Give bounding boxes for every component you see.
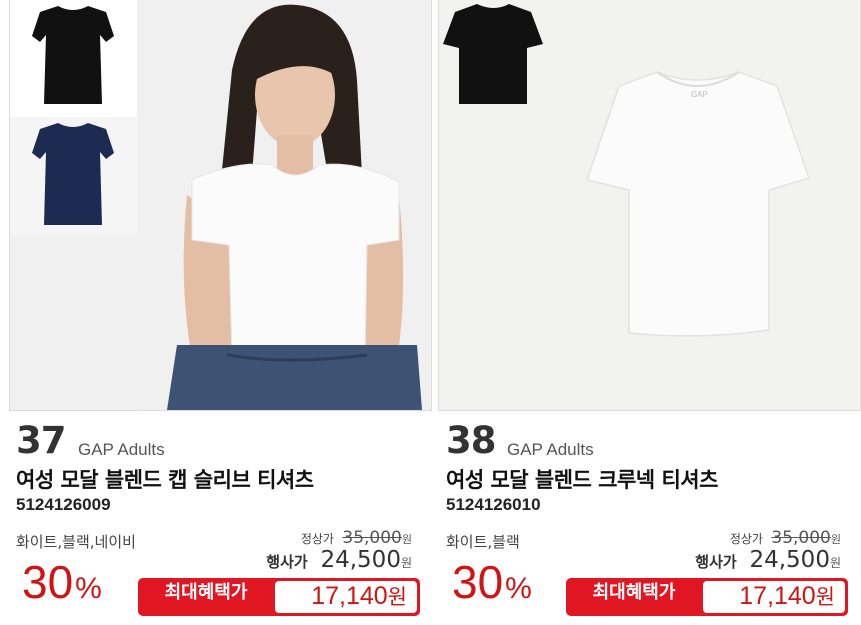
regular-price-unit: 원 — [401, 533, 412, 546]
thumbnail-black[interactable] — [10, 0, 137, 117]
product-image-area[interactable] — [9, 0, 432, 411]
max-benefit-price: 최대혜택가 17,140원 — [138, 578, 420, 616]
regular-price-unit: 원 — [830, 533, 841, 546]
product-code: 5124126009 — [16, 495, 111, 514]
discount-value: 30 — [22, 556, 74, 608]
product-name[interactable]: 여성 모달 블렌드 크루넥 티셔츠 — [446, 464, 718, 494]
sale-price-label: 행사가 — [266, 553, 308, 571]
max-benefit-price: 최대혜택가 17,140원 — [566, 578, 848, 616]
product-code: 5124126010 — [446, 495, 541, 514]
regular-price-label: 정상가 — [300, 532, 334, 546]
thumbnail-black[interactable] — [439, 0, 547, 108]
product-name[interactable]: 여성 모달 블렌드 캡 슬리브 티셔츠 — [16, 464, 314, 494]
max-benefit-unit: 원 — [815, 586, 835, 609]
discount-rate: 30% — [452, 555, 532, 609]
black-tshirt-thumb — [32, 6, 114, 104]
regular-price-value: 35,000 — [342, 528, 402, 548]
product-rank: 38 — [446, 419, 496, 462]
regular-price: 정상가 35,000원 — [730, 528, 841, 548]
discount-value: 30 — [452, 556, 504, 608]
max-benefit-unit: 원 — [387, 586, 407, 609]
product-brand[interactable]: GAP Adults — [78, 440, 165, 460]
regular-price: 정상가 35,000원 — [301, 528, 412, 548]
model-photo[interactable] — [137, 0, 432, 410]
thumbnail-navy[interactable] — [10, 117, 137, 234]
sale-price-unit: 원 — [829, 556, 841, 570]
max-benefit-value: 17,140 — [311, 582, 388, 610]
max-benefit-value: 17,140 — [739, 582, 816, 610]
product-image-area[interactable]: GAP — [438, 0, 861, 411]
sale-price: 행사가 24,500원 — [266, 547, 412, 573]
tshirt-logo: GAP — [691, 90, 708, 99]
product-brand[interactable]: GAP Adults — [507, 440, 594, 460]
sale-price-unit: 원 — [400, 556, 412, 570]
sale-price-value: 24,500 — [320, 547, 401, 573]
max-benefit-value-box: 17,140원 — [275, 581, 417, 613]
sale-price-value: 24,500 — [749, 547, 830, 573]
product-card-37[interactable]: 37 GAP Adults 여성 모달 블렌드 캡 슬리브 티셔츠 512412… — [0, 0, 432, 625]
product-colors: 화이트,블랙,네이비 — [16, 533, 136, 551]
max-benefit-label: 최대혜택가 — [164, 582, 248, 603]
sale-price: 행사가 24,500원 — [695, 547, 841, 573]
black-tshirt-thumb — [443, 4, 543, 104]
discount-percent: % — [505, 572, 532, 605]
discount-rate: 30% — [22, 555, 102, 609]
product-card-38[interactable]: GAP 38 GAP Adults 여성 모달 블렌드 크루넥 티셔츠 5124… — [438, 0, 861, 625]
navy-tshirt-thumb — [32, 123, 114, 225]
regular-price-value: 35,000 — [771, 528, 831, 548]
product-rank: 37 — [16, 419, 66, 462]
discount-percent: % — [75, 572, 102, 605]
max-benefit-label: 최대혜택가 — [592, 582, 676, 603]
regular-price-label: 정상가 — [729, 532, 763, 546]
sale-price-label: 행사가 — [695, 553, 737, 571]
product-colors: 화이트,블랙 — [446, 533, 520, 551]
max-benefit-value-box: 17,140원 — [703, 581, 845, 613]
